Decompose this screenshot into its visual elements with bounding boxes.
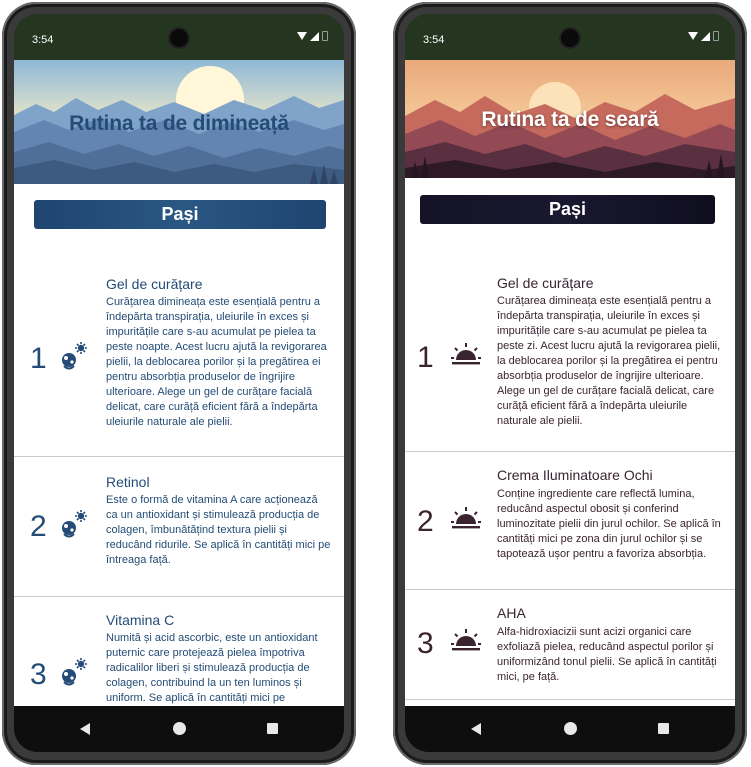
wifi-icon <box>297 32 307 40</box>
navigation-bar <box>405 706 735 752</box>
screen-evening: 3:54 Rutina ta de seară Pași 1 Gel de cu… <box>405 14 735 752</box>
step-title: AHA <box>497 605 526 621</box>
wifi-icon <box>688 32 698 40</box>
signal-icon <box>310 31 319 41</box>
step-item[interactable]: 3 Vitamina C Numită și acid ascorbic, es… <box>14 596 344 706</box>
step-description: Curățarea dimineața este esențială pentr… <box>497 295 721 427</box>
step-title: Gel de curățare <box>106 276 203 292</box>
steps-header: Pași <box>420 195 715 224</box>
step-title: Vitamina C <box>106 612 175 628</box>
home-icon[interactable] <box>173 722 186 735</box>
step-title: Retinol <box>106 474 150 490</box>
baby-sun-icon <box>62 658 87 686</box>
back-icon[interactable] <box>80 723 90 735</box>
banner-title: Rutina ta de dimineață <box>69 112 289 135</box>
step-item[interactable]: 2 Retinol Este o formă de vitamina A car… <box>14 456 344 597</box>
steps-header: Pași <box>34 200 326 229</box>
phone-evening: 3:54 Rutina ta de seară Pași 1 Gel de cu… <box>393 2 747 765</box>
sunset-icon <box>451 507 481 529</box>
step-description: Alfa-hidroxiacizii sunt acizi organici c… <box>497 626 717 683</box>
camera-cutout <box>561 29 579 47</box>
banner-title: Rutina ta de seară <box>481 108 659 131</box>
step-item[interactable]: 1 Gel de curățare Curățarea dimineața es… <box>405 255 735 452</box>
step-number: 3 <box>30 658 47 691</box>
step-item[interactable]: 1 Gel de curățare Curățarea dimineața es… <box>14 258 344 457</box>
step-item[interactable]: 3 AHA Alfa-hidroxiacizii sunt acizi orga… <box>405 589 735 700</box>
baby-sun-icon <box>62 510 87 538</box>
morning-banner: Rutina ta de dimineață <box>14 60 344 184</box>
status-bar: 3:54 <box>14 14 344 60</box>
battery-icon <box>713 31 719 41</box>
screen-morning: 3:54 Rutina ta de dimineață Pași 1 Gel d… <box>14 14 344 752</box>
step-description: Conține ingrediente care reflectă lumina… <box>497 488 721 560</box>
evening-content[interactable]: Rutina ta de seară Pași 1 Gel de curățar… <box>405 60 735 706</box>
home-icon[interactable] <box>564 722 577 735</box>
step-description: Este o formă de vitamina A care acționea… <box>106 494 331 566</box>
phone-morning: 3:54 Rutina ta de dimineață Pași 1 Gel d… <box>2 2 356 765</box>
step-title: Crema Iluminatoare Ochi <box>497 467 653 483</box>
recents-icon[interactable] <box>267 723 278 734</box>
step-number: 2 <box>30 510 47 543</box>
status-time: 3:54 <box>32 34 54 46</box>
sunset-icon <box>451 343 481 365</box>
status-icons <box>297 31 328 41</box>
morning-content[interactable]: Rutina ta de dimineață Pași 1 Gel de cur… <box>14 60 344 706</box>
evening-banner: Rutina ta de seară <box>405 60 735 178</box>
battery-icon <box>322 31 328 41</box>
baby-sun-icon <box>62 342 87 370</box>
step-title: Gel de curățare <box>497 275 594 291</box>
status-bar: 3:54 <box>405 14 735 60</box>
step-number: 1 <box>30 342 47 375</box>
recents-icon[interactable] <box>658 723 669 734</box>
step-number: 1 <box>417 341 434 374</box>
navigation-bar <box>14 706 344 752</box>
step-item[interactable]: 2 Crema Iluminatoare Ochi Conține ingred… <box>405 451 735 590</box>
step-number: 2 <box>417 505 434 538</box>
camera-cutout <box>170 29 188 47</box>
status-icons <box>688 31 719 41</box>
step-number: 3 <box>417 627 434 660</box>
signal-icon <box>701 31 710 41</box>
step-description: Numită și acid ascorbic, este un antioxi… <box>106 632 318 704</box>
back-icon[interactable] <box>471 723 481 735</box>
step-description: Curățarea dimineața este esențială pentr… <box>106 296 327 428</box>
status-time: 3:54 <box>423 34 445 46</box>
sunset-icon <box>451 629 481 651</box>
